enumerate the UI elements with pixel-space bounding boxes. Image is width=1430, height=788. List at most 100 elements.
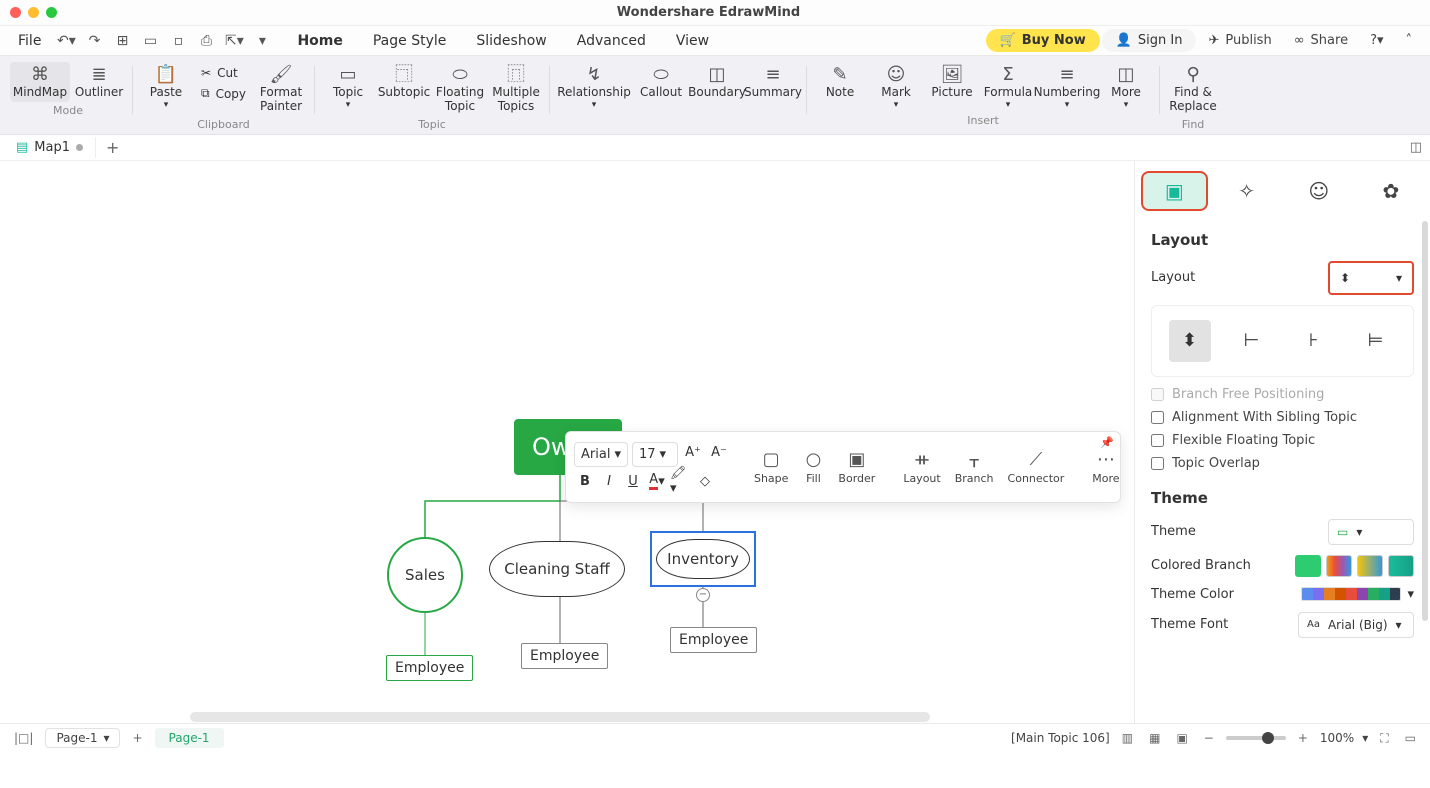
font-family-select[interactable]: Arial▾ — [574, 442, 628, 467]
panel-tab-layout[interactable]: ▣ — [1141, 171, 1208, 211]
flexible-floating-check[interactable]: Flexible Floating Topic — [1151, 433, 1414, 448]
panel-scrollbar[interactable] — [1422, 221, 1428, 621]
page-tab[interactable]: Page-1 — [155, 728, 224, 748]
tab-page-style[interactable]: Page Style — [359, 29, 461, 53]
underline-button[interactable]: U — [622, 471, 644, 491]
fit-icon[interactable]: ▭ — [1401, 729, 1420, 747]
swatch-multi[interactable] — [1326, 555, 1352, 577]
fill-button[interactable]: ○Fill — [798, 447, 828, 487]
node-inventory-selected[interactable]: Inventory — [650, 531, 756, 587]
find-replace-button[interactable]: ⚲Find & Replace — [1166, 62, 1220, 116]
collapse-handle-icon[interactable]: − — [696, 588, 710, 602]
highlight-button[interactable]: 🖍▾ — [670, 471, 692, 491]
redo-icon[interactable]: ↷ — [81, 29, 107, 53]
mindmap-button[interactable]: ⌘MindMap — [10, 62, 70, 102]
node-employee-1[interactable]: Employee — [386, 655, 473, 681]
chevron-down-icon[interactable]: ▾ — [1407, 587, 1414, 602]
paste-button[interactable]: 📋Paste▾ — [139, 62, 193, 116]
topic-overlap-check[interactable]: Topic Overlap — [1151, 456, 1414, 471]
share-button[interactable]: ∞Share — [1284, 29, 1358, 52]
panel-tab-emoji[interactable]: ☺ — [1286, 171, 1352, 211]
canvas[interactable]: Ow Sales Cleaning Staff Inventory − Empl… — [0, 161, 1134, 723]
view-mode-3-icon[interactable]: ▣ — [1172, 729, 1191, 747]
node-cleaning-staff[interactable]: Cleaning Staff — [489, 541, 625, 597]
note-button[interactable]: ✎Note — [813, 62, 867, 112]
add-page-button[interactable]: + — [128, 729, 146, 747]
export-icon[interactable]: ⇱▾ — [221, 29, 247, 53]
layout-preset-1[interactable]: ⬍ — [1169, 320, 1211, 362]
copy-button[interactable]: ⧉Copy — [195, 84, 252, 103]
zoom-slider[interactable] — [1226, 736, 1286, 740]
border-button[interactable]: ▣Border — [834, 447, 879, 487]
tab-view[interactable]: View — [662, 29, 723, 53]
doctab-map1[interactable]: ▤ Map1 — [4, 137, 96, 158]
font-size-select[interactable]: 17▾ — [632, 442, 678, 467]
fullscreen-icon[interactable]: ⛶ — [1376, 729, 1392, 748]
new-icon[interactable]: ⊞ — [109, 29, 135, 53]
save-icon[interactable]: ▫ — [165, 29, 191, 53]
tab-slideshow[interactable]: Slideshow — [462, 29, 560, 53]
multiple-topics-button[interactable]: ⿵Multiple Topics — [489, 62, 543, 116]
open-icon[interactable]: ▭ — [137, 29, 163, 53]
minimize-window-icon[interactable] — [28, 7, 39, 18]
layout-preset-2[interactable]: ⊢ — [1231, 320, 1273, 362]
panel-tab-ai[interactable]: ✧ — [1214, 171, 1280, 211]
add-tab-button[interactable]: + — [96, 135, 129, 160]
branch-button[interactable]: ᚁBranch — [951, 447, 998, 487]
topic-button[interactable]: ▭Topic▾ — [321, 62, 375, 116]
relationship-button[interactable]: ↯Relationship▾ — [556, 62, 632, 112]
page-select[interactable]: Page-1▾ — [45, 728, 120, 748]
callout-button[interactable]: ⬭Callout — [634, 62, 688, 112]
node-sales[interactable]: Sales — [387, 537, 463, 613]
swatch-teal[interactable] — [1388, 555, 1414, 577]
layout-preset-4[interactable]: ⊨ — [1355, 320, 1397, 362]
connector-button[interactable]: ⟋Connector — [1004, 447, 1069, 487]
maximize-window-icon[interactable] — [46, 7, 57, 18]
more-float-button[interactable]: ⋯More — [1088, 447, 1123, 487]
sidebar-toggle-icon[interactable]: |□| — [10, 729, 37, 747]
theme-font-dropdown[interactable]: AaArial (Big)▾ — [1298, 612, 1414, 638]
italic-button[interactable]: I — [598, 471, 620, 491]
more-insert-button[interactable]: ◫More▾ — [1099, 62, 1153, 112]
help-button[interactable]: ?▾ — [1360, 29, 1393, 52]
toggle-panel-icon[interactable]: ◫ — [1410, 140, 1422, 155]
chevron-down-icon[interactable]: ▾ — [1362, 731, 1368, 745]
font-increase-button[interactable]: A⁺ — [682, 442, 704, 462]
outliner-button[interactable]: ≣Outliner — [72, 62, 126, 102]
pin-icon[interactable]: 📌 — [1100, 436, 1114, 449]
collapse-ribbon-icon[interactable]: ˄ — [1396, 29, 1423, 52]
boundary-button[interactable]: ◫Boundary — [690, 62, 744, 112]
node-employee-2[interactable]: Employee — [521, 643, 608, 669]
floating-topic-button[interactable]: ⬭Floating Topic — [433, 62, 487, 116]
horizontal-scrollbar[interactable] — [190, 712, 930, 722]
summary-button[interactable]: ≡Summary — [746, 62, 800, 112]
layout-preset-3[interactable]: ⊦ — [1293, 320, 1335, 362]
tab-advanced[interactable]: Advanced — [563, 29, 660, 53]
theme-color-strip[interactable] — [1301, 587, 1401, 601]
buy-now-button[interactable]: 🛒Buy Now — [986, 29, 1100, 52]
view-mode-2-icon[interactable]: ▦ — [1145, 729, 1164, 747]
print-icon[interactable]: ⎙ — [193, 29, 219, 53]
clear-format-button[interactable]: ◇ — [694, 471, 716, 491]
layout-dropdown[interactable]: ⬍▾ — [1328, 261, 1414, 295]
tab-home[interactable]: Home — [283, 29, 356, 53]
view-mode-1-icon[interactable]: ▥ — [1118, 729, 1137, 747]
zoom-out-button[interactable]: − — [1200, 729, 1218, 747]
mark-button[interactable]: ☺Mark▾ — [869, 62, 923, 112]
swatch-green[interactable] — [1295, 555, 1321, 577]
cut-button[interactable]: ✂Cut — [195, 64, 252, 82]
shape-button[interactable]: ▢Shape — [750, 447, 792, 487]
layout-button[interactable]: ᚑLayout — [899, 447, 944, 487]
undo-icon[interactable]: ↶▾ — [53, 29, 79, 53]
alignment-sibling-check[interactable]: Alignment With Sibling Topic — [1151, 410, 1414, 425]
font-color-button[interactable]: A▾ — [646, 471, 668, 491]
file-menu[interactable]: File — [8, 29, 51, 53]
numbering-button[interactable]: ≡Numbering▾ — [1037, 62, 1097, 112]
close-window-icon[interactable] — [10, 7, 21, 18]
theme-dropdown[interactable]: ▭▾ — [1328, 519, 1414, 545]
more-qat-icon[interactable]: ▾ — [249, 29, 275, 53]
font-decrease-button[interactable]: A⁻ — [708, 442, 730, 462]
panel-tab-settings[interactable]: ✿ — [1358, 171, 1424, 211]
zoom-in-button[interactable]: + — [1294, 729, 1312, 747]
picture-button[interactable]: 🖼Picture — [925, 62, 979, 112]
